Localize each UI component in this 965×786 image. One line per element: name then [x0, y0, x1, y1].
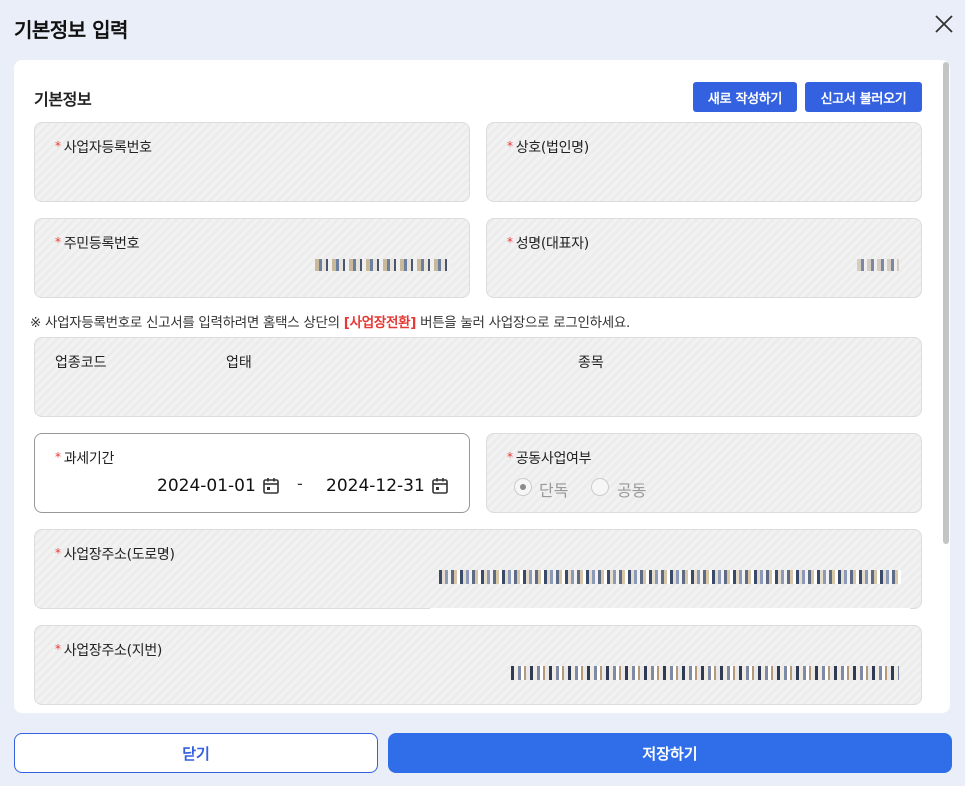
joint-business-field: * 공동사업여부 단독 공동 — [486, 433, 922, 513]
company-name-field[interactable]: * 상호(법인명) — [486, 122, 922, 202]
form-panel: 기본정보 새로 작성하기 신고서 불러오기 * 사업자등록번호 * 상호(법인명) … — [14, 60, 950, 713]
calendar-icon[interactable] — [262, 477, 280, 495]
end-date-input[interactable]: 2024-12-31 — [326, 476, 425, 496]
business-reg-no-field[interactable]: * 사업자등록번호 — [34, 122, 470, 202]
section-title: 기본정보 — [34, 90, 92, 109]
address-lot-label: * 사업장주소(지번) — [55, 642, 163, 659]
tax-period-label: * 과세기간 — [55, 450, 115, 467]
date-separator: - — [297, 474, 303, 493]
resident-reg-no-field[interactable]: * 주민등록번호 — [34, 218, 470, 298]
radio-single-label: 단독 — [539, 481, 569, 500]
industry-item-header: 종목 — [578, 355, 604, 371]
radio-joint-label: 공동 — [617, 481, 647, 500]
notice-text: ※ 사업자등록번호로 신고서를 입력하려면 홈택스 상단의 [사업장전환] 버튼… — [30, 315, 630, 331]
address-road-field[interactable]: * 사업장주소(도로명) — [34, 529, 922, 609]
industry-code-header: 업종코드 — [55, 355, 107, 371]
scrollbar-thumb[interactable] — [943, 62, 949, 544]
redacted-value — [857, 259, 899, 271]
radio-single[interactable] — [514, 478, 532, 496]
tax-period-field: * 과세기간 2024-01-01 - 2024-12-31 — [34, 433, 470, 513]
business-reg-no-label: * 사업자등록번호 — [55, 139, 152, 156]
calendar-icon[interactable] — [431, 477, 449, 495]
redacted-value — [315, 259, 451, 271]
redacted-value — [511, 666, 899, 680]
new-form-button[interactable]: 새로 작성하기 — [693, 82, 797, 112]
close-icon[interactable] — [932, 12, 956, 36]
industry-field: 업종코드 업태 종목 — [34, 337, 922, 417]
address-road-label: * 사업장주소(도로명) — [55, 546, 175, 563]
close-button[interactable]: 닫기 — [14, 733, 378, 773]
joint-business-label: * 공동사업여부 — [507, 450, 592, 467]
representative-label: * 성명(대표자) — [507, 235, 589, 252]
radio-joint[interactable] — [591, 478, 609, 496]
company-name-label: * 상호(법인명) — [507, 139, 589, 156]
industry-type-header: 업태 — [226, 355, 252, 371]
overlay-strip — [430, 608, 910, 622]
representative-field[interactable]: * 성명(대표자) — [486, 218, 922, 298]
start-date-input[interactable]: 2024-01-01 — [157, 476, 256, 496]
save-button[interactable]: 저장하기 — [388, 733, 952, 773]
load-return-button[interactable]: 신고서 불러오기 — [805, 82, 922, 112]
resident-reg-no-label: * 주민등록번호 — [55, 235, 140, 252]
dialog-title: 기본정보 입력 — [14, 18, 128, 42]
redacted-value — [439, 570, 901, 584]
address-lot-field[interactable]: * 사업장주소(지번) — [34, 625, 922, 705]
